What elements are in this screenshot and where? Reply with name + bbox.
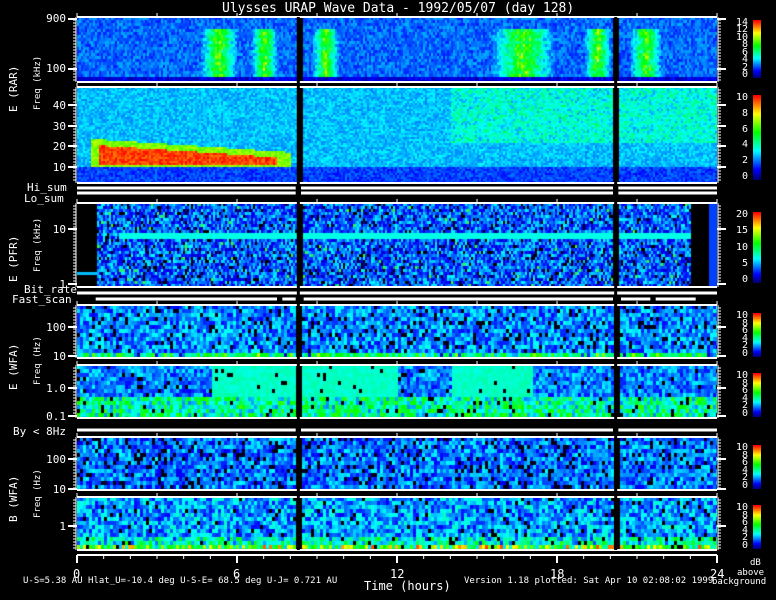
mode-bar-fast-scan [655,297,696,301]
ylabel-b-wfa: B (WFA) [7,475,20,522]
mode-bar-fast-scan [303,297,613,301]
colorbar-tick-label: 4 [741,139,748,151]
unit-background: background [712,577,767,587]
colorbar-wfa-e-high [753,313,761,357]
colorbar-tick-label: 8 [741,107,748,119]
mode-bar-lo-sum [301,191,613,195]
yunit-rar: Freq (kHz) [33,55,43,110]
colorbar-tick-label: 10 [735,502,748,513]
mode-bar-by-8hz [618,428,717,432]
ytick: 30 [52,120,66,133]
colorbar-wfa-b-high [753,445,761,489]
label-lo-sum: Lo_sum [24,192,64,205]
xlabel: Time (hours) [364,579,451,593]
colorbar-wfa-e-low [753,373,761,417]
mode-bar-fast-scan [282,297,296,301]
ephemeris-info: U-S=5.38 AU Hlat_U=-10.4 deg U-S-E= 68.5… [23,576,338,586]
colorbar-rar-high [753,20,761,78]
colorbar-tick-label: 2 [741,155,748,167]
mode-bar-lo-sum [618,191,717,195]
colorbar-tick-label: 0 [741,274,748,285]
colorbar-wfa-b-low [753,505,761,549]
colorbar-pfr [753,212,761,283]
ytick: 900 [46,12,66,25]
colorbar-tick-label: 10 [735,241,748,253]
unit-db: dB [750,558,761,568]
ytick: 20 [52,140,66,153]
colorbar-tick-label: 5 [741,257,748,269]
ytick: 10 [52,161,66,174]
colorbar-tick-label: 15 [735,225,748,237]
colorbar-tick-label: 14 [735,17,748,28]
ytick: 0.1 [46,410,66,423]
mode-bar-lo-sum [77,191,296,195]
mode-bar-fast-scan [621,297,651,301]
ylabel-e-rar: E (RAR) [7,65,20,112]
yunit-b-wfa: Freq (Hz) [33,469,43,518]
colorbar-tick-label: 10 [735,92,748,103]
colorbar-tick-label: 10 [735,370,748,381]
version-info: Version 1.18 plotted: Sat Apr 10 02:08:0… [464,576,714,586]
colorbar-tick-label: 10 [735,310,748,321]
colorbar-rar-low [753,95,761,180]
yunit-pfr: Freq (kHz) [33,217,43,272]
mode-bar-by-8hz [77,428,296,432]
ytick: 1 [59,520,66,533]
mode-bar-hi-sum [77,186,296,190]
axes-layer [68,13,726,563]
ytick: 100 [46,453,66,466]
label-by-8hz: By < 8Hz [13,425,66,438]
mode-bar-fast-scan [95,297,278,301]
urap-plot: Ulysses URAP Wave Data - 1992/05/07 (day… [0,0,776,600]
ylabel-e-wfa: E (WFA) [7,343,20,390]
ylabel-e-pfr: E (PFR) [7,235,20,282]
mode-bar-hi-sum [301,186,613,190]
ytick: 100 [46,321,66,334]
colorbar-tick-label: 10 [735,442,748,453]
colorbar-tick-label: 6 [741,123,748,135]
label-fast-scan: Fast_scan [12,293,72,306]
mode-bar-bit-rate [77,291,717,295]
colorbar-tick-label: 20 [735,209,748,220]
colorbar-tick-label: 0 [741,171,748,182]
yunit-e-wfa: Freq (Hz) [33,336,43,385]
mode-bar-hi-sum [618,186,717,190]
mode-bar-by-8hz [301,428,613,432]
